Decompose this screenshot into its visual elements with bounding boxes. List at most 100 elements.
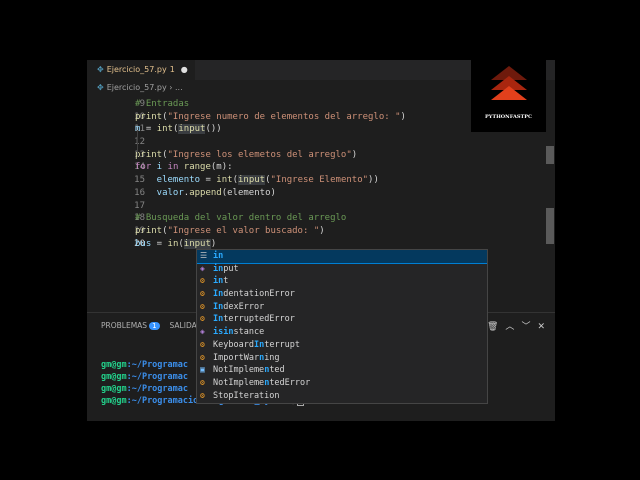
python-file-icon: ✥ (97, 83, 104, 92)
code-line: 12 (87, 136, 547, 149)
suggestion-text: put (223, 263, 239, 274)
editor-scrollbar-thumb[interactable] (546, 208, 554, 244)
comment: # Entradas (135, 99, 190, 109)
channel-logo: PYTHONFASTPC (471, 60, 546, 132)
suggestion-text: NotImpleme (213, 377, 265, 388)
token: ) (351, 149, 358, 160)
trash-icon[interactable]: 🗑 (487, 322, 498, 332)
terminal-path: :~/Programac (126, 384, 189, 394)
suggestion-item[interactable]: ⚙ ImportWarning (197, 352, 487, 365)
terminal-user: gm@gm (101, 372, 127, 382)
breadcrumb-more[interactable]: ... (175, 83, 183, 92)
breadcrumb: ✥ Ejercicio_57.py › ... (87, 80, 183, 96)
terminal-user: gm@gm (101, 396, 127, 406)
keyword-icon: ☰ (200, 251, 208, 260)
suggestion-item[interactable]: ▣ NotImplemented (197, 364, 487, 377)
breadcrumb-file[interactable]: Ejercicio_57.py (107, 83, 167, 92)
suggestion-text: terruptedError (223, 314, 295, 325)
tab-problems[interactable]: PROBLEMAS (101, 321, 147, 330)
code-line: 13 print("Ingrese los elemetos del arregl… (87, 149, 547, 162)
suggestion-item[interactable]: ⚙ KeyboardInterrupt (197, 339, 487, 352)
class-icon: ⚙ (200, 276, 205, 286)
token: ) (210, 238, 217, 249)
chevron-up-icon[interactable]: ︿ (505, 322, 514, 332)
token: int (156, 124, 173, 135)
comment: # Busqueda del valor dentro del arreglo (135, 213, 347, 224)
suggestion-text: ImportWar (213, 352, 260, 363)
class-icon: ⚙ (200, 289, 205, 299)
logo-chevron-icon (490, 86, 527, 100)
token: (m): (210, 162, 233, 173)
suggestion-text: stance (233, 327, 265, 338)
suggestion-item[interactable]: ◈ isinstance (197, 326, 487, 339)
terminal-user: gm@gm (101, 360, 127, 370)
token: ()) (205, 124, 222, 135)
tab-filename: Ejercicio_57.py (106, 65, 167, 74)
modified-dot-icon[interactable]: ● (181, 65, 188, 74)
suggestion-match: In (213, 289, 224, 300)
suggestion-match: In (213, 301, 224, 312)
suggestion-match: In (213, 314, 224, 325)
token: print (135, 149, 163, 160)
class-icon: ⚙ (200, 339, 205, 349)
class-icon: ⚙ (200, 390, 205, 400)
chevron-down-icon[interactable]: ﹀ (521, 322, 530, 332)
suggestion-item[interactable]: ◈ input (197, 263, 487, 276)
suggestion-item[interactable]: ⚙ int (197, 275, 487, 288)
terminal-path: :~/Programac (126, 360, 189, 370)
code-line: 15 elemento = int(input("Ingrese Element… (87, 174, 547, 187)
suggestion-text: terrupt (264, 339, 301, 350)
token: valor (135, 187, 184, 198)
code-line: 19 print("Ingrese el valor buscado: ") (87, 225, 547, 238)
suggestion-text: tedError (269, 377, 311, 388)
token: )) (368, 175, 379, 186)
suggestion-item[interactable]: ⚙ InterruptedError (197, 313, 487, 326)
token: in (167, 238, 179, 249)
token: ( (178, 238, 184, 249)
token: int (216, 175, 233, 186)
editor-scrollbar[interactable] (546, 146, 554, 164)
token: bus (135, 238, 152, 249)
token: in (167, 162, 179, 173)
tab-output[interactable]: SALIDA (170, 321, 197, 330)
suggestion-item[interactable]: ⚙ StopIteration (197, 390, 487, 403)
suggestion-item[interactable]: ⚙ IndexError (197, 301, 487, 314)
token: = (140, 124, 157, 135)
terminal-path: :~/Programac (126, 372, 189, 382)
code-line: 16 valor.append(elemento) (87, 187, 547, 200)
class-icon: ⚙ (200, 352, 205, 362)
code-line: 18 # Busqueda del valor dentro del arregl… (87, 212, 547, 225)
token: print (135, 111, 163, 122)
suggestion-text: ted (269, 365, 285, 376)
token: input (237, 175, 266, 186)
suggestion-text: dentationError (223, 289, 295, 300)
suggestion-match: in (213, 276, 224, 287)
python-file-icon: ✥ (97, 65, 104, 74)
class-icon: ⚙ (200, 377, 205, 387)
tab-ejercicio-57[interactable]: ✥ Ejercicio_57.py 1 ● (87, 60, 195, 80)
close-icon[interactable]: ✕ (537, 322, 545, 332)
line-number: 17 (134, 200, 145, 211)
suggestion-match: In (253, 339, 265, 350)
suggestion-text: dexError (223, 301, 265, 312)
token: for (135, 162, 152, 173)
code-line: 17 (87, 200, 547, 213)
suggestion-text: t (223, 276, 229, 287)
panel-actions: 🗑 ︿ ﹀ ✕ (480, 319, 545, 332)
suggestion-item[interactable]: ☰ in (197, 250, 487, 264)
suggestion-item[interactable]: ⚙ IndentationError (197, 288, 487, 301)
string-literal: "Ingrese los elemetos del arreglo" (167, 149, 352, 160)
class-icon: ⚙ (200, 314, 205, 324)
token: range (183, 162, 211, 173)
breadcrumb-separator: › (166, 83, 175, 92)
autocomplete-suggestions: ☰ in ◈ input ⚙ int ⚙ IndentationError ⚙ Index… (196, 249, 488, 404)
suggestion-match: in (213, 263, 224, 274)
suggestion-text: StopIteration (213, 390, 280, 401)
tab-problem-count: 1 (169, 65, 175, 74)
suggestion-item[interactable]: ⚙ NotImplementedError (197, 377, 487, 390)
token: = (151, 238, 168, 249)
token: elemento (135, 175, 201, 186)
suggestion-match: isin (213, 327, 234, 338)
string-literal: "Ingrese el valor buscado: " (167, 225, 320, 236)
terminal-user: gm@gm (101, 384, 127, 394)
